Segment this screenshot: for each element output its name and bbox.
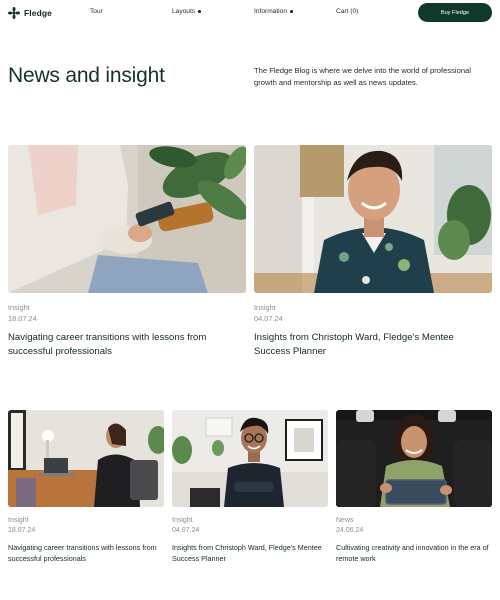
article-card[interactable]: Insight 04.07.24 Insights from Christoph… <box>172 410 328 575</box>
top-navigation: Fledge Tour Layouts Information Cart (0)… <box>0 0 500 26</box>
article-date: 04.07.24 <box>254 314 283 323</box>
nav-link-layouts[interactable]: Layouts <box>172 8 201 15</box>
article-category: Insight <box>254 303 276 312</box>
article-category: Insight <box>8 517 29 524</box>
nav-link-label: Information <box>254 8 287 15</box>
article-title[interactable]: Insights from Christoph Ward, Fledge's M… <box>172 543 328 564</box>
article-date: 18.07.24 <box>8 314 37 323</box>
article-title[interactable]: Insights from Christoph Ward, Fledge's M… <box>254 331 484 358</box>
woman-at-desk-laptop-illustration <box>8 410 164 507</box>
article-image[interactable] <box>172 410 328 507</box>
article-image[interactable] <box>8 410 164 507</box>
article-category: Insight <box>172 517 193 524</box>
dropdown-dot-icon <box>290 10 293 13</box>
person-with-phone-illustration <box>8 145 246 293</box>
article-title[interactable]: Navigating career transitions with lesso… <box>8 331 238 358</box>
article-date: 04.07.24 <box>172 527 200 534</box>
fledge-logo-icon <box>8 7 20 19</box>
nav-link-tour[interactable]: Tour <box>90 8 103 15</box>
article-title[interactable]: Cultivating creativity and innovation in… <box>336 543 492 564</box>
article-date: 24.06.24 <box>336 527 364 534</box>
nav-link-information[interactable]: Information <box>254 8 293 15</box>
article-image[interactable] <box>336 410 492 507</box>
page-title: News and insight <box>8 64 165 87</box>
fledge-logo[interactable]: Fledge <box>8 7 52 19</box>
article-category: News <box>336 517 354 524</box>
featured-article-card[interactable]: Insight 18.07.24 Navigating career trans… <box>8 145 246 360</box>
logo-wordmark: Fledge <box>24 8 52 18</box>
woman-with-tablet-illustration <box>336 410 492 507</box>
featured-article-card[interactable]: Insight 04.07.24 Insights from Christoph… <box>254 145 492 360</box>
article-card[interactable]: Insight 18.07.24 Navigating career trans… <box>8 410 164 575</box>
article-card[interactable]: News 24.06.24 Cultivating creativity and… <box>336 410 492 575</box>
hero-description: The Fledge Blog is where we delve into t… <box>254 66 471 87</box>
article-date: 18.07.24 <box>8 527 36 534</box>
article-image[interactable] <box>8 145 246 293</box>
smiling-man-floral-shirt-illustration <box>254 145 492 293</box>
buy-fledge-button[interactable]: Buy Fledge <box>418 3 492 22</box>
nav-link-label: Tour <box>90 8 103 15</box>
nav-link-cart[interactable]: Cart (0) <box>336 8 358 15</box>
nav-link-label: Layouts <box>172 8 196 15</box>
article-image[interactable] <box>254 145 492 293</box>
article-title[interactable]: Navigating career transitions with lesso… <box>8 543 164 564</box>
man-glasses-arms-crossed-illustration <box>172 410 328 507</box>
article-category: Insight <box>8 303 30 312</box>
nav-link-label: Cart (0) <box>336 8 359 15</box>
dropdown-dot-icon <box>198 10 201 13</box>
